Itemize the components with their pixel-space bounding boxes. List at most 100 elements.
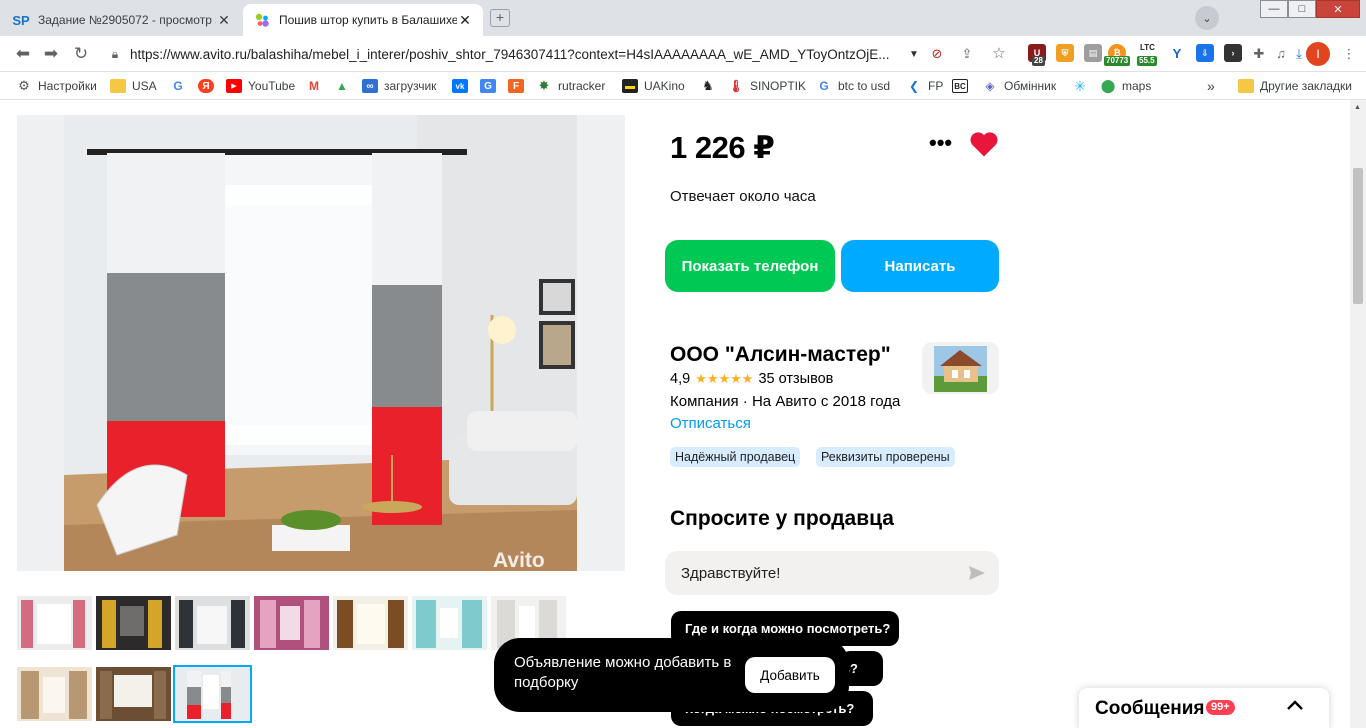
main-listing-photo[interactable]: Avito	[17, 115, 625, 571]
send-arrow-icon[interactable]	[967, 563, 987, 583]
seller-rating[interactable]: 4,9 ★★★★★ 35 отзывов	[670, 371, 833, 387]
thumbnail-image	[333, 596, 408, 650]
add-button[interactable]: Добавить	[745, 657, 835, 693]
drive-icon: ▲	[336, 79, 348, 93]
unsubscribe-link[interactable]: Отписаться	[670, 415, 751, 432]
bookmark-google[interactable]: G	[170, 78, 192, 94]
seller-house-image	[922, 342, 999, 394]
lock-icon[interactable]: 🔒︎	[100, 47, 130, 62]
media-control-icon[interactable]: ♫	[1272, 45, 1290, 63]
avito-page: Avito 1 226 ₽ ••• Отвечает около часа По…	[0, 100, 1350, 728]
google-icon: G	[819, 79, 829, 93]
bookmark-uakino[interactable]: ▬ UAKino	[622, 78, 685, 94]
extension-briefcase-icon[interactable]: ▤	[1084, 44, 1102, 62]
thumbnail[interactable]	[96, 667, 171, 721]
close-window-button[interactable]: ✕	[1316, 0, 1360, 18]
thumbnail-image	[175, 667, 250, 721]
maximize-button[interactable]: □	[1288, 0, 1316, 18]
thumbnail[interactable]	[17, 596, 92, 650]
close-tab-icon[interactable]: ✕	[457, 12, 473, 29]
extension-download-icon[interactable]: ⇩	[1196, 44, 1214, 62]
favorite-heart-icon[interactable]	[969, 130, 1001, 160]
close-tab-icon[interactable]: ✕	[216, 12, 232, 29]
bookmark-star[interactable]: ✳	[1072, 78, 1094, 94]
folder-icon	[110, 79, 126, 93]
profile-avatar[interactable]: I	[1306, 42, 1330, 66]
bookmark-usa[interactable]: USA	[110, 78, 157, 94]
thumbnail[interactable]	[175, 596, 250, 650]
bookmark-chess[interactable]: ♞	[700, 78, 722, 94]
message-input-text[interactable]: Здравствуйте!	[681, 565, 780, 582]
message-input[interactable]: Здравствуйте!	[665, 551, 999, 595]
share-icon[interactable]: ⇪	[958, 45, 976, 63]
bookmark-drive[interactable]: ▲	[334, 78, 356, 94]
minimize-button[interactable]: —	[1260, 0, 1288, 18]
tab-title: Пошив штор купить в Балашихе	[279, 13, 457, 27]
bookmark-loader[interactable]: ∞ загрузчик	[362, 78, 436, 94]
bookmarks-more-button[interactable]: »	[1207, 78, 1215, 94]
tab-task[interactable]: SP Задание №2905072 - просмотр з ✕	[2, 4, 242, 36]
verified-details-badge: Реквизиты проверены	[816, 447, 955, 467]
bookmark-star-icon[interactable]: ☆	[990, 45, 1008, 63]
thumbnail[interactable]	[254, 596, 329, 650]
forward-arrow-icon[interactable]: ➡	[40, 44, 62, 64]
thumbnail-selected[interactable]	[173, 665, 252, 723]
messages-title: Сообщения	[1095, 698, 1205, 719]
blocked-popup-icon[interactable]: ⊘	[928, 45, 946, 63]
address-bar[interactable]: 🔒︎ https://www.avito.ru/balashiha/mebel_…	[100, 40, 924, 68]
bookmark-translate[interactable]: G	[480, 78, 502, 94]
extension-y-icon[interactable]: Y	[1168, 45, 1186, 63]
bookmark-sinoptik[interactable]: 🌡︎ SINOPTIK	[728, 78, 806, 94]
reviews-link[interactable]: 35 отзывов	[758, 371, 833, 387]
url-text[interactable]: https://www.avito.ru/balashiha/mebel_i_i…	[130, 47, 904, 62]
toast-text: Объявление можно добавить в подборку	[514, 654, 732, 691]
curtain-room-image	[17, 115, 625, 571]
vk-icon: vk	[452, 79, 468, 93]
seller-name[interactable]: ООО "Алсин-мастер"	[670, 343, 891, 367]
write-message-button[interactable]: Написать	[841, 240, 999, 292]
page-scrollbar[interactable]: ▲	[1350, 100, 1366, 728]
bookmark-bc[interactable]: BC	[952, 78, 974, 94]
yandex-icon: Я	[198, 79, 214, 93]
bookmark-gmail[interactable]: M	[306, 78, 328, 94]
bookmark-rutracker[interactable]: ✸ rutracker	[536, 78, 606, 94]
tab-avito[interactable]: Пошив штор купить в Балашихе ✕	[243, 4, 483, 36]
bookmark-exchange[interactable]: ◈ Обмінник	[982, 78, 1056, 94]
bookmark-settings[interactable]: ⚙ Настройки	[16, 78, 97, 94]
infinity-icon: ∞	[362, 79, 378, 93]
back-arrow-icon[interactable]: ⬅	[12, 44, 34, 64]
dropdown-arrow-icon[interactable]: ▼	[904, 49, 924, 60]
reload-icon[interactable]: ↻	[70, 44, 92, 64]
chevron-up-icon[interactable]	[1285, 696, 1305, 716]
fp-icon: ❮	[908, 79, 920, 93]
thumbnail[interactable]	[333, 596, 408, 650]
exchange-icon: ◈	[985, 79, 995, 93]
messages-widget[interactable]: Сообщения 99+	[1079, 688, 1329, 728]
folder-icon	[1238, 79, 1254, 93]
more-options-icon[interactable]: •••	[929, 132, 952, 154]
avito-watermark: Avito	[493, 549, 545, 571]
extension-bitwarden-icon[interactable]: ⛨	[1056, 44, 1074, 62]
google-icon: G	[173, 79, 183, 93]
scrollbar-thumb[interactable]	[1353, 168, 1363, 304]
thumbnail[interactable]	[17, 667, 92, 721]
seller-avatar[interactable]	[922, 342, 999, 394]
bookmark-vk[interactable]: vk	[452, 78, 474, 94]
bookmark-f[interactable]: F	[508, 78, 530, 94]
other-bookmarks[interactable]: Другие закладки	[1238, 78, 1352, 94]
bookmark-fp[interactable]: ❮ FP	[906, 78, 943, 94]
bookmark-yandex[interactable]: Я	[198, 78, 220, 94]
thumbnail[interactable]	[96, 596, 171, 650]
tab-search-button[interactable]: ⌄	[1195, 6, 1219, 30]
scroll-up-icon[interactable]: ▲	[1354, 104, 1361, 111]
extension-arrow-icon[interactable]: ›	[1224, 44, 1242, 62]
bookmark-youtube[interactable]: ▶ YouTube	[226, 78, 295, 94]
show-phone-button[interactable]: Показать телефон	[665, 240, 835, 292]
bookmark-maps[interactable]: ⬤ maps	[1100, 78, 1152, 94]
menu-dots-icon[interactable]: ⋮	[1340, 45, 1358, 63]
thumbnail[interactable]	[412, 596, 487, 650]
new-tab-button[interactable]: +	[490, 9, 510, 27]
thumbnail-image	[96, 596, 171, 650]
extensions-puzzle-icon[interactable]: ✚	[1250, 45, 1268, 63]
bookmark-btc-to-usd[interactable]: Gbtc to usd	[816, 78, 890, 94]
